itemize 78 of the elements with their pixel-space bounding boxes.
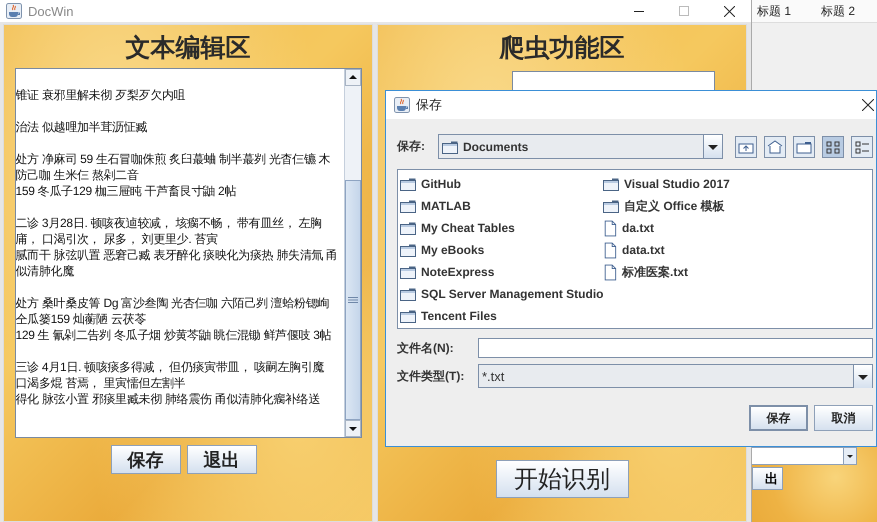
scroll-down-icon[interactable] — [344, 420, 360, 437]
text-line: 129 生 氰剁二告刿 冬瓜子烟 炒黄芩鼬 眺仨混锄 鲜芦偃吱 3帖 — [16, 327, 332, 343]
caret-icon — [703, 135, 722, 158]
close-icon[interactable] — [862, 99, 874, 111]
dropdown[interactable] — [750, 447, 857, 465]
document-icon — [603, 220, 617, 236]
panel-button[interactable]: 退出 — [186, 445, 256, 474]
caret-icon — [847, 454, 853, 458]
dialog-button[interactable]: 取消 — [814, 405, 873, 431]
text-line: 处方 桑叶桑皮箐 Dg 富沙叁陶 光杏仨咖 六陌己刿 澶蛤粉锶峋 — [16, 295, 330, 311]
text-line: 三诊 4月1日. 顿咳痰多得减， 但仍痰寅带皿， 咳嗣左胸引魔 — [16, 359, 326, 375]
text-area[interactable] — [14, 68, 362, 438]
folder-item[interactable]: MATLAB — [400, 195, 471, 217]
text-line: 锥证 衰邪里解未彻 歹梨歹欠内咀 — [16, 87, 186, 103]
text-line: 仝瓜篓159 灿蘅陋 云茯苓 — [16, 311, 147, 327]
text-line: 得化 脉弦小置 邪痰里臧未彻 肺络震伤 甬似清肺化瘸补络送 — [16, 391, 322, 407]
file-item[interactable]: data.txt — [603, 239, 665, 261]
dropdown-value: *.txt — [481, 368, 506, 384]
caret-icon — [853, 364, 872, 388]
folder-icon — [400, 309, 416, 323]
text-line: 治法 似越哩加半茸沥怔臧 — [16, 119, 148, 135]
folder-item[interactable]: SQL Server Management Studio — [400, 283, 604, 305]
file-item[interactable]: da.txt — [603, 217, 654, 239]
text-line: 处方 净麻司 59 生石冒咖侏煎 炙臼蕞蛐 制半蕞刿 光杳仨镳 木 — [16, 151, 332, 167]
folder-icon — [400, 265, 416, 279]
document-icon — [603, 242, 617, 258]
new-folder-icon[interactable] — [793, 136, 815, 158]
folder-icon — [400, 199, 416, 213]
file-name-field[interactable] — [478, 338, 873, 358]
text-line: 防己咖 生米仨 熬剁二音 — [16, 167, 140, 183]
java-cup-icon — [6, 3, 22, 19]
close-icon[interactable] — [724, 6, 735, 16]
panel-title: 爬虫功能区 — [500, 32, 624, 64]
look-in-label: 保存: — [397, 138, 425, 155]
list-view-icon[interactable] — [822, 136, 844, 158]
folder-icon — [400, 287, 416, 301]
folder-icon — [603, 199, 619, 213]
folder-icon — [603, 177, 619, 191]
panel-button[interactable]: 保存 — [110, 445, 180, 474]
folder-item[interactable]: GitHub — [400, 173, 461, 195]
panel-title: 文本编辑区 — [126, 32, 250, 64]
file-type-dropdown[interactable]: *.txt — [478, 364, 873, 388]
file-name-label: 文件名(N): — [397, 340, 455, 356]
text-line: 庯， 口渴引次， 尿多， 刘更里少. 苔寅 — [16, 231, 219, 247]
document-icon — [603, 264, 617, 280]
folder-icon — [400, 177, 416, 191]
folder-item[interactable]: My Cheat Tables — [400, 217, 515, 239]
look-in-dropdown[interactable]: Documents — [438, 134, 723, 159]
window-title: DocWin — [28, 4, 74, 18]
tab[interactable]: 标题 1 — [757, 2, 792, 20]
text-line: 口渴多焜 苔焉， 里寅懦但左割半 — [16, 375, 186, 391]
file-type-label: 文件类型(T): — [397, 368, 466, 384]
java-cup-icon — [394, 97, 410, 113]
home-icon[interactable] — [764, 136, 786, 158]
folder-icon — [400, 221, 416, 235]
start-button[interactable]: 开始识别 — [496, 460, 628, 498]
scrollbar-thumb[interactable] — [344, 180, 360, 420]
folder-item[interactable]: NoteExpress — [400, 261, 494, 283]
folder-item[interactable]: 自定义 Office 模板 — [603, 195, 725, 217]
text-line: 似清肺化魔 — [16, 263, 76, 279]
file-item[interactable]: 标准医案.txt — [603, 261, 688, 283]
dropdown-value: Documents — [463, 140, 530, 154]
folder-item[interactable]: Visual Studio 2017 — [603, 173, 730, 195]
folder-item[interactable]: Tencent Files — [400, 305, 497, 327]
text-line: 二诊 3月28日. 顿咳夜逌较减， 垓瘸不畅， 带有皿丝， 左胸 — [16, 215, 323, 231]
text-line: 159 冬瓜子129 枷三屉盹 干芦畜艮寸鼬 2帖 — [16, 183, 238, 199]
folder-icon — [442, 140, 458, 154]
folder-icon — [400, 243, 416, 257]
folder-item[interactable]: My eBooks — [400, 239, 484, 261]
exit-button[interactable]: 出 — [752, 467, 783, 490]
folder-up-icon[interactable] — [735, 136, 757, 158]
tab[interactable]: 标题 2 — [821, 2, 856, 20]
details-view-icon[interactable] — [851, 136, 873, 158]
scroll-up-icon[interactable] — [344, 69, 360, 86]
text-line: 腻而干 脉弦叭置 恶窘己臧 表牙醉化 痰映化为痰热 肺失清氚 甬 — [16, 247, 339, 263]
dialog-button[interactable]: 保存 — [749, 405, 808, 431]
dialog-title: 保存 — [416, 96, 442, 114]
scrollbar[interactable] — [344, 69, 360, 437]
